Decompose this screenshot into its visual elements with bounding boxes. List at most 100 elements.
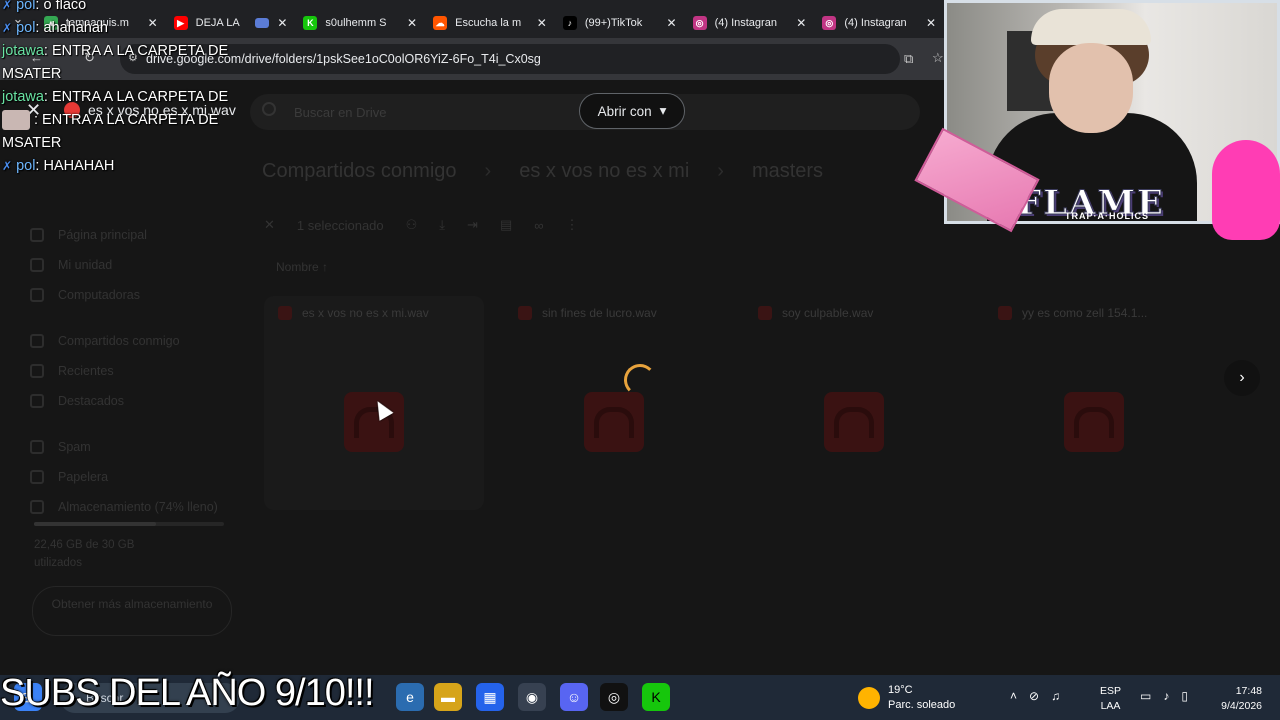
- computer-icon: [30, 288, 44, 302]
- sidebar-item-trash[interactable]: Papelera: [30, 462, 240, 492]
- close-tab-icon[interactable]: ✕: [796, 16, 806, 30]
- chat-message: ✗ pol: o flaco: [2, 0, 87, 13]
- audio-file-icon: [278, 306, 292, 320]
- close-tab-icon[interactable]: ✕: [926, 16, 936, 30]
- avatar: [2, 110, 30, 131]
- browser-tab[interactable]: ◎ (4) Instagran ✕: [685, 8, 815, 38]
- folder-icon[interactable]: ▬: [434, 683, 462, 711]
- move-icon[interactable]: ⇥: [467, 217, 478, 233]
- get-more-storage-button[interactable]: Obtener más almacenamiento: [32, 586, 232, 636]
- sidebar-item-shared[interactable]: Compartidos conmigo: [30, 326, 240, 356]
- drive-icon: [30, 258, 44, 272]
- install-icon[interactable]: ⧉: [904, 51, 913, 67]
- breadcrumb-item[interactable]: es x vos no es x mi: [519, 160, 689, 183]
- sidebar-item-starred[interactable]: Destacados: [30, 386, 240, 416]
- link-icon[interactable]: ∞: [534, 218, 543, 233]
- chevron-up-icon[interactable]: ˄: [1010, 689, 1017, 703]
- badge-icon: ✗: [2, 159, 13, 173]
- file-name: es x vos no es x mi.wav: [302, 306, 429, 320]
- home-icon: [30, 228, 44, 242]
- clock[interactable]: 17:48 9/4/2026: [1210, 684, 1262, 714]
- sidebar-item-storage[interactable]: Almacenamiento (74% lleno): [30, 492, 240, 522]
- clear-selection-icon[interactable]: ✕: [264, 217, 275, 233]
- download-icon[interactable]: ⤓: [439, 217, 445, 233]
- kick-app-icon[interactable]: K: [642, 683, 670, 711]
- system-tray-right: ▭ ♪ ▯: [1140, 689, 1188, 703]
- language-indicator[interactable]: ESP LAA: [1100, 684, 1121, 714]
- system-tray: ˄ ⊘ ♫: [1010, 689, 1060, 703]
- display-icon[interactable]: ▭: [1140, 689, 1151, 703]
- file-card[interactable]: yy es como zell 154.1...: [984, 296, 1204, 510]
- audio-file-icon: [758, 306, 772, 320]
- selection-bar: ✕ 1 seleccionado ⚇ ⤓ ⇥ ▤ ∞ ⋮: [264, 210, 944, 240]
- loading-spinner: [624, 364, 656, 396]
- weather-widget[interactable]: 19°C Parc. soleado: [858, 683, 955, 713]
- sidebar-item-computers[interactable]: Computadoras: [30, 280, 240, 310]
- chat-message: jotawa: ENTRA A LA CARPETA DE MSATER: [2, 43, 229, 82]
- chrome-icon[interactable]: ◉: [518, 683, 546, 711]
- star-icon: [30, 394, 44, 408]
- audio-file-icon: [998, 306, 1012, 320]
- browser-tab[interactable]: ☁ Escucha la m ✕: [425, 8, 555, 38]
- chat-message: : ENTRA A LA CARPETA DE MSATER: [2, 110, 219, 151]
- pink-buddha-sticker: [1212, 140, 1280, 240]
- cloud-icon: [30, 500, 44, 514]
- more-icon[interactable]: ⋮: [566, 217, 579, 233]
- chat-message: ✗ pol: ahahahah: [2, 20, 108, 36]
- trash-icon: [30, 470, 44, 484]
- drive-sidebar: Página principal Mi unidad Computadoras …: [30, 220, 240, 522]
- discord-icon[interactable]: ☺: [560, 683, 588, 711]
- sidebar-item-recent[interactable]: Recientes: [30, 356, 240, 386]
- stream-caption: SUBS DEL AÑO 9/10!!!: [0, 672, 375, 714]
- file-name: soy culpable.wav: [782, 306, 874, 320]
- edge-icon[interactable]: e: [396, 683, 424, 711]
- file-card[interactable]: soy culpable.wav: [744, 296, 964, 510]
- chevron-right-icon: ›: [717, 160, 724, 182]
- chat-message: ✗ pol: HAHAHAH: [2, 158, 115, 174]
- screen: Buscar en Drive Compartidos conmigo › es…: [0, 0, 1280, 720]
- clock-icon: [30, 364, 44, 378]
- sidebar-item-home[interactable]: Página principal: [30, 220, 240, 250]
- kick-icon: K: [303, 16, 318, 30]
- file-card[interactable]: sin fines de lucro.wav: [504, 296, 724, 510]
- headphones-icon: [344, 392, 404, 452]
- close-tab-icon[interactable]: ✕: [537, 16, 547, 30]
- browser-tab[interactable]: Ks0ulhemm S ✕: [295, 8, 425, 38]
- sidebar-item-spam[interactable]: Spam: [30, 432, 240, 462]
- next-file-button[interactable]: ›: [1224, 360, 1260, 396]
- breadcrumb-item[interactable]: Compartidos conmigo: [262, 160, 457, 183]
- storage-bar: [34, 522, 224, 526]
- trash-icon[interactable]: ▤: [500, 217, 512, 233]
- file-name: sin fines de lucro.wav: [542, 306, 657, 320]
- close-tab-icon[interactable]: ✕: [667, 16, 677, 30]
- badge-icon: ✗: [2, 21, 13, 35]
- obs-icon[interactable]: ◎: [600, 683, 628, 711]
- search-placeholder: Buscar en Drive: [294, 104, 387, 120]
- close-tab-icon[interactable]: ✕: [277, 16, 287, 30]
- tiktok-icon: ♪: [562, 16, 577, 30]
- chat-message: jotawa: ENTRA A LA CARPETA DE: [2, 89, 229, 105]
- close-tab-icon[interactable]: ✕: [407, 16, 417, 30]
- network-icon[interactable]: ⊘: [1029, 689, 1039, 703]
- volume-icon[interactable]: ♪: [1163, 689, 1169, 703]
- storage-text: 22,46 GB de 30 GB utilizados: [34, 539, 135, 569]
- sidebar-item-my-drive[interactable]: Mi unidad: [30, 250, 240, 280]
- microphone-icon[interactable]: ♫: [1051, 689, 1060, 703]
- open-with-button[interactable]: Abrir con ▾: [579, 93, 685, 129]
- search-icon: [262, 102, 276, 116]
- audio-file-icon: [518, 306, 532, 320]
- browser-tab[interactable]: ◎ (4) Instagran ✕: [814, 8, 944, 38]
- bookmark-star-icon[interactable]: ☆: [932, 50, 944, 66]
- streamer-hat: [1031, 9, 1151, 45]
- selection-count: 1 seleccionado: [296, 217, 384, 233]
- breadcrumb-item[interactable]: masters: [752, 160, 823, 183]
- badge-icon: ✗: [2, 0, 13, 12]
- people-icon: [30, 334, 44, 348]
- share-icon[interactable]: ⚇: [406, 217, 418, 233]
- headphones-icon: [824, 392, 884, 452]
- browser-tab[interactable]: ♪ (99+)TikTok ✕: [555, 8, 685, 38]
- store-icon[interactable]: ▦: [476, 683, 504, 711]
- cast-icon: [255, 18, 270, 28]
- battery-icon[interactable]: ▯: [1181, 689, 1188, 703]
- column-header-name[interactable]: Nombre ↑: [276, 260, 328, 274]
